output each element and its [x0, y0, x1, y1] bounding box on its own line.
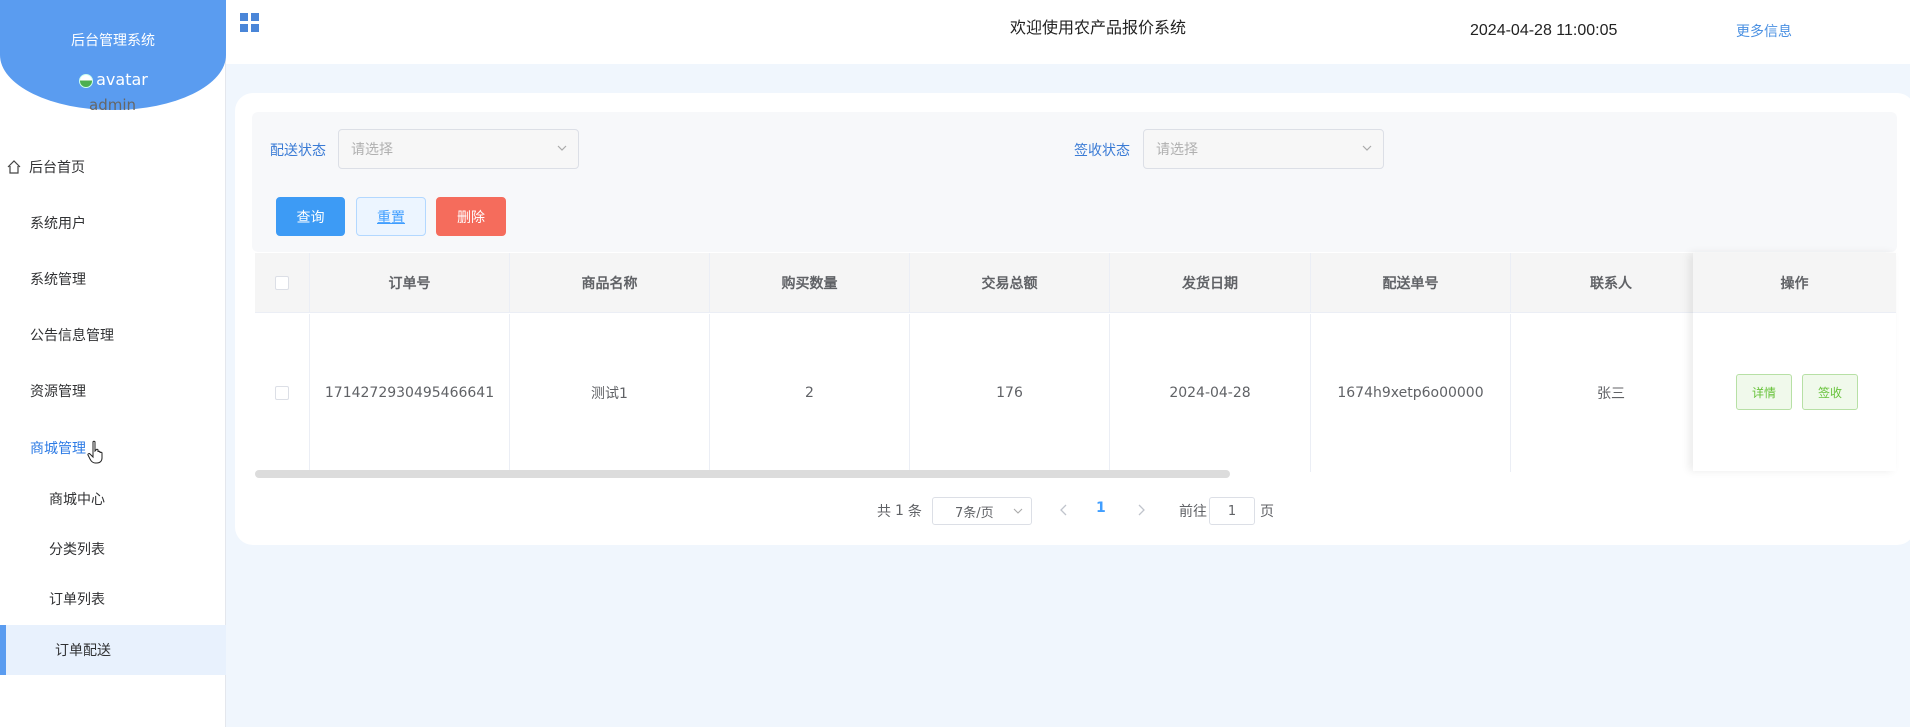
cell-total: 176: [910, 314, 1110, 472]
sidebar-item-announcements[interactable]: 公告信息管理: [0, 310, 226, 360]
total-prefix: 共: [877, 504, 891, 520]
sidebar-item-label: 资源管理: [30, 384, 86, 400]
delete-button[interactable]: 删除: [436, 197, 506, 236]
col-header-product: 商品名称: [510, 253, 710, 313]
sidebar-item-label: 商城管理: [30, 441, 86, 457]
sign-status-select[interactable]: 请选择: [1143, 129, 1384, 169]
sidebar-item-home[interactable]: 后台首页: [0, 142, 226, 192]
orders-table: 订单号 商品名称 购买数量 交易总额 发货日期 配送单号 联系人 1714272…: [255, 253, 1896, 479]
goto-page-input[interactable]: 1: [1209, 497, 1255, 525]
detail-button[interactable]: 详情: [1736, 374, 1792, 410]
col-header-ship-date: 发货日期: [1110, 253, 1311, 313]
sidebar-item-order-delivery[interactable]: 订单配送: [0, 625, 226, 675]
col-header-qty: 购买数量: [710, 253, 910, 313]
sidebar-item-system-users[interactable]: 系统用户: [0, 198, 226, 248]
sidebar-item-label: 商城中心: [49, 492, 105, 508]
sidebar-item-system-management[interactable]: 系统管理: [0, 254, 226, 304]
sidebar-item-label: 后台首页: [29, 160, 85, 176]
avatar: avatar: [0, 70, 226, 89]
select-placeholder: 请选择: [351, 142, 393, 158]
brand-header: 后台管理系统 avatar: [0, 0, 226, 110]
avatar-alt-text: avatar: [96, 70, 148, 89]
select-all-cell: [255, 253, 310, 313]
home-icon: [7, 160, 21, 174]
col-header-order-no: 订单号: [310, 253, 510, 313]
sidebar-item-label: 订单配送: [55, 643, 111, 659]
username: admin: [89, 96, 136, 114]
prev-page-icon[interactable]: [1058, 503, 1070, 517]
sidebar-item-label: 分类列表: [49, 542, 105, 558]
cell-qty: 2: [710, 314, 910, 472]
chevron-down-icon: [1013, 508, 1023, 514]
sidebar-item-mall[interactable]: 商城管理: [0, 423, 226, 473]
total-count: 1: [895, 503, 904, 519]
cell-order-no: 1714272930495466641: [310, 314, 510, 472]
operations-column: 操作: [1693, 253, 1896, 471]
cell-contact: 张三: [1597, 386, 1625, 402]
sidebar-item-label: 系统用户: [30, 216, 86, 232]
current-time: 2024-04-28 11:00:05: [1470, 22, 1618, 39]
query-button[interactable]: 查询: [276, 197, 345, 236]
next-page-icon[interactable]: [1135, 503, 1147, 517]
cell-product: 测试1: [510, 314, 710, 472]
goto-prefix: 前往: [1179, 504, 1207, 520]
horizontal-scrollbar[interactable]: [255, 470, 1230, 478]
sidebar-item-label: 公告信息管理: [30, 328, 114, 344]
hand-cursor-icon: [87, 440, 103, 464]
page-size-value: 7条/页: [955, 505, 994, 521]
row-select-cell: [255, 314, 310, 472]
broken-image-icon: [78, 73, 94, 88]
sign-button[interactable]: 签收: [1802, 374, 1858, 410]
delivery-status-label: 配送状态: [270, 143, 326, 159]
page-size-select[interactable]: 7条/页: [932, 497, 1032, 525]
cell-ship-date: 2024-04-28: [1110, 314, 1311, 472]
select-placeholder: 请选择: [1156, 142, 1198, 158]
more-info-link[interactable]: 更多信息: [1736, 21, 1792, 41]
pagination-total: 共 1 条: [877, 497, 922, 525]
col-header-contact: 联系人: [1590, 276, 1632, 292]
sidebar-item-category-list[interactable]: 分类列表: [0, 524, 226, 574]
goto-suffix: 页: [1260, 504, 1274, 520]
sidebar-item-order-list[interactable]: 订单列表: [0, 574, 226, 624]
page-title: 欢迎使用农产品报价系统: [1009, 18, 1186, 37]
reset-button[interactable]: 重置: [356, 197, 426, 236]
sidebar-item-resources[interactable]: 资源管理: [0, 366, 226, 416]
col-header-delivery-no: 配送单号: [1311, 253, 1511, 313]
cell-delivery-no: 1674h9xetp6o00000: [1311, 314, 1511, 472]
delivery-status-select[interactable]: 请选择: [338, 129, 579, 169]
sign-status-label: 签收状态: [1074, 143, 1130, 159]
current-page[interactable]: 1: [1096, 500, 1106, 516]
col-header-total: 交易总额: [910, 253, 1110, 313]
chevron-down-icon: [1362, 145, 1372, 151]
sidebar-item-label: 系统管理: [30, 272, 86, 288]
col-header-operations: 操作: [1693, 253, 1896, 313]
row-checkbox[interactable]: [275, 386, 289, 400]
sidebar: 后台管理系统 avatar admin 后台首页 系统用户 系统管理 公告信息管…: [0, 0, 226, 727]
sidebar-item-mall-center[interactable]: 商城中心: [0, 474, 226, 524]
chevron-down-icon: [557, 145, 567, 151]
brand-title: 后台管理系统: [71, 33, 155, 49]
select-all-checkbox[interactable]: [275, 276, 289, 290]
sidebar-item-label: 订单列表: [49, 592, 105, 608]
total-suffix: 条: [907, 504, 922, 520]
